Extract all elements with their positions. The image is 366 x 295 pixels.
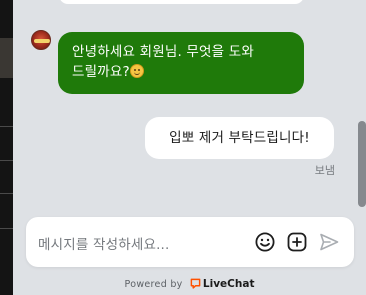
message-status: 보냄 [314, 164, 335, 177]
agent-avatar [31, 30, 51, 50]
background-divider [0, 160, 13, 161]
chat-scrollbar-thumb[interactable] [358, 121, 366, 207]
smiley-emoji-icon [129, 64, 144, 78]
send-arrow-icon[interactable] [318, 231, 340, 253]
chat-widget: 안녕하세요 회원님. 무엇을 도와 드릴까요? 입뽀 제거 부탁드립니다! 보냄… [13, 0, 366, 295]
background-image-band [0, 38, 13, 78]
background-divider [0, 193, 13, 194]
smiley-icon[interactable] [254, 231, 276, 253]
background-divider [0, 228, 13, 229]
user-message-text: 입뽀 제거 부탁드립니다! [169, 130, 310, 146]
agent-message-text-line2: 드릴까요? [72, 64, 130, 80]
agent-message-text-line1: 안녕하세요 회원님. 무엇을 도와 [72, 44, 255, 60]
previous-message-bubble [59, 0, 304, 4]
powered-by-footer: Powered by LiveChat [13, 278, 366, 290]
message-composer: 메시지를 작성하세요... [26, 217, 354, 267]
message-input[interactable]: 메시지를 작성하세요... [38, 233, 170, 253]
powered-by-label: Powered by [124, 279, 183, 290]
livechat-brand[interactable]: LiveChat [203, 278, 255, 290]
livechat-logo-icon [190, 278, 201, 289]
background-divider [0, 126, 13, 127]
background-page-edge [0, 0, 13, 295]
user-message-bubble: 입뽀 제거 부탁드립니다! [145, 117, 334, 159]
avatar-logo-band [34, 39, 50, 43]
agent-message-bubble: 안녕하세요 회원님. 무엇을 도와 드릴까요? [58, 32, 304, 94]
plus-square-icon[interactable] [286, 231, 308, 253]
